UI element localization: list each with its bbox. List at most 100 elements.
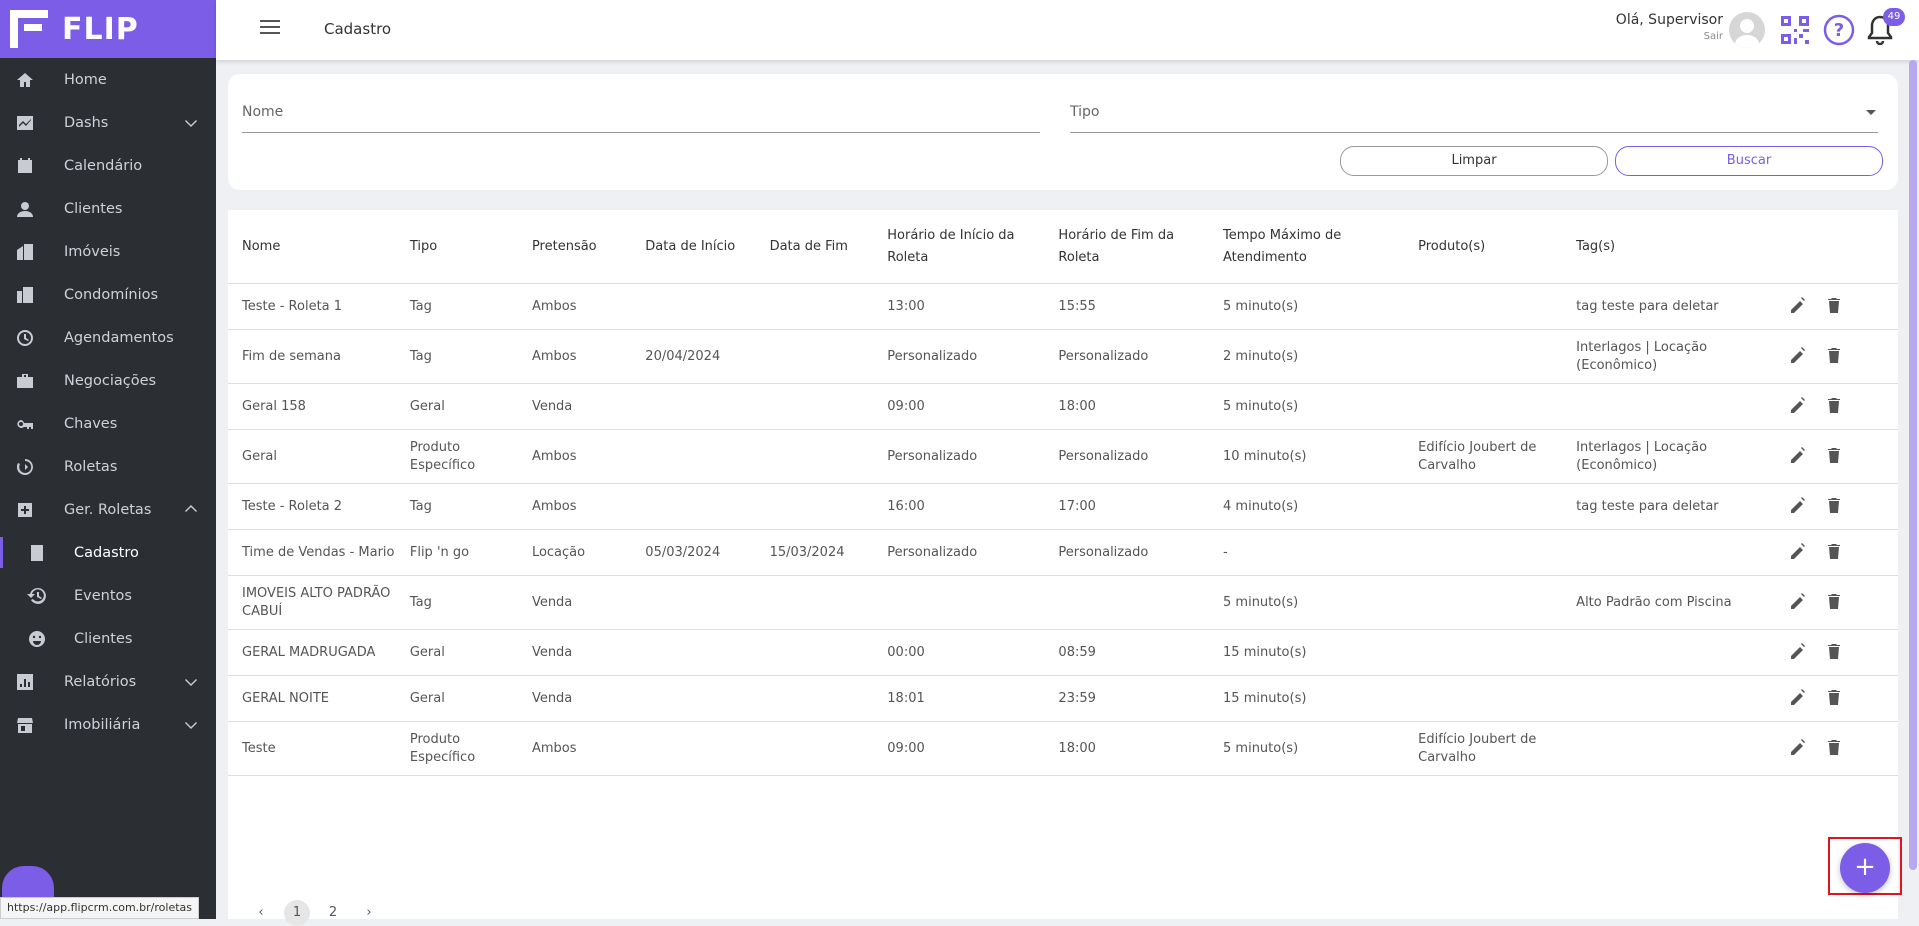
table-cell: 15 minuto(s) <box>1209 675 1405 722</box>
table-cell: Time de Vendas - Mario <box>228 529 396 576</box>
chevron-up-icon <box>184 502 197 514</box>
table-cell: Tag <box>395 575 518 630</box>
edit-icon[interactable] <box>1788 592 1810 614</box>
sidebar-item-clientes[interactable]: Clientes <box>0 187 216 230</box>
table-cell: Alto Padrão com Piscina <box>1562 575 1774 630</box>
table-cell <box>1562 529 1774 576</box>
table-cell: 18:00 <box>1044 383 1210 430</box>
chevron-down-icon <box>184 717 197 729</box>
table-cell <box>873 575 1045 630</box>
sidebar-item-label: Negociações <box>64 372 157 389</box>
edit-icon[interactable] <box>1788 496 1810 518</box>
logout-link[interactable]: Sair <box>1616 31 1723 42</box>
scrollbar[interactable] <box>1909 60 1917 870</box>
table-cell <box>755 721 874 776</box>
edit-icon[interactable] <box>1788 446 1810 468</box>
sidebar-item-agendamentos[interactable]: Agendamentos <box>0 316 216 359</box>
table-cell <box>1404 629 1563 676</box>
edit-icon[interactable] <box>1788 642 1810 664</box>
sidebar-item-im-veis[interactable]: Imóveis <box>0 230 216 273</box>
delete-icon[interactable] <box>1824 542 1846 564</box>
sidebar-item-dashs[interactable]: Dashs <box>0 101 216 144</box>
delete-icon[interactable] <box>1824 446 1846 468</box>
edit-icon[interactable] <box>1788 296 1810 318</box>
sidebar-item-label: Dashs <box>64 114 109 131</box>
sidebar-item-roletas[interactable]: Roletas <box>0 445 216 488</box>
nome-field[interactable] <box>242 104 1040 133</box>
sidebar-item-eventos[interactable]: Eventos <box>0 574 216 617</box>
edit-icon[interactable] <box>1788 346 1810 368</box>
sidebar-item-clientes[interactable]: Clientes <box>0 617 216 660</box>
sidebar-item-negocia-es[interactable]: Negociações <box>0 359 216 402</box>
sidebar-item-label: Home <box>64 71 107 88</box>
next-page-button[interactable]: › <box>356 900 382 926</box>
table-cell: 08:59 <box>1044 629 1210 676</box>
table-cell <box>755 429 874 484</box>
avatar[interactable] <box>1729 12 1765 48</box>
table-cell <box>755 483 874 530</box>
notification-badge: 49 <box>1883 8 1905 26</box>
table-cell: Ambos <box>517 483 632 530</box>
table-cell: - <box>1209 529 1405 576</box>
tipo-input[interactable] <box>1070 104 1878 120</box>
page-button[interactable]: 2 <box>320 900 346 926</box>
clear-button[interactable]: Limpar <box>1340 146 1608 176</box>
add-button[interactable]: + <box>1840 843 1890 893</box>
page-button[interactable]: 1 <box>284 900 310 926</box>
prev-page-button[interactable]: ‹ <box>248 900 274 926</box>
sidebar-item-chaves[interactable]: Chaves <box>0 402 216 445</box>
table-cell <box>755 675 874 722</box>
edit-icon[interactable] <box>1788 738 1810 760</box>
table-cell: GERAL NOITE <box>228 675 396 722</box>
table-cell: 17:00 <box>1044 483 1210 530</box>
table-cell: Venda <box>517 383 632 430</box>
page-title: Cadastro <box>324 20 392 38</box>
sidebar-item-home[interactable]: Home <box>0 58 216 101</box>
sidebar-item-relat-rios[interactable]: Relatórios <box>0 660 216 703</box>
edit-icon[interactable] <box>1788 688 1810 710</box>
row-actions <box>1773 329 1898 384</box>
table-row: GERAL NOITE Geral Venda 18:01 23:59 15 minuto… <box>228 675 1898 722</box>
delete-icon[interactable] <box>1824 642 1846 664</box>
table-cell: 2 minuto(s) <box>1209 329 1405 384</box>
qr-code-icon[interactable] <box>1781 16 1809 44</box>
table-cell: Flip 'n go <box>395 529 518 576</box>
delete-icon[interactable] <box>1824 346 1846 368</box>
delete-icon[interactable] <box>1824 496 1846 518</box>
sidebar-item-ger-roletas[interactable]: Ger. Roletas <box>0 488 216 531</box>
table-cell: Geral <box>395 629 518 676</box>
sidebar-item-label: Agendamentos <box>64 329 174 346</box>
table-cell: Locação <box>517 529 632 576</box>
table-cell: Interlagos | Locação (Econômico) <box>1562 429 1774 484</box>
sidebar-item-calend-rio[interactable]: Calendário <box>0 144 216 187</box>
menu-icon[interactable] <box>260 20 280 36</box>
help-icon[interactable]: ? <box>1823 14 1855 46</box>
briefcase-icon <box>14 370 36 392</box>
table-cell: Venda <box>517 629 632 676</box>
delete-icon[interactable] <box>1824 738 1846 760</box>
delete-icon[interactable] <box>1824 592 1846 614</box>
sidebar-item-cadastro[interactable]: Cadastro <box>0 531 216 574</box>
table-row: Geral 158 Geral Venda 09:00 18:00 5 minuto(s) <box>228 383 1898 430</box>
sidebar-item-label: Cadastro <box>74 544 139 561</box>
nome-input[interactable] <box>242 104 1040 120</box>
table-cell <box>631 675 756 722</box>
edit-icon[interactable] <box>1788 396 1810 418</box>
edit-icon[interactable] <box>1788 542 1810 564</box>
table-cell: tag teste para deletar <box>1562 483 1774 530</box>
search-button[interactable]: Buscar <box>1615 146 1883 176</box>
sidebar-item-condom-nios[interactable]: Condomínios <box>0 273 216 316</box>
table-cell: Personalizado <box>873 429 1045 484</box>
delete-icon[interactable] <box>1824 296 1846 318</box>
table-cell <box>1404 329 1563 384</box>
column-header: Horário de Início da Roleta <box>873 210 1045 284</box>
person-icon <box>14 198 36 220</box>
table-cell: 5 minuto(s) <box>1209 383 1405 430</box>
delete-icon[interactable] <box>1824 688 1846 710</box>
table-cell: 15:55 <box>1044 283 1210 330</box>
table-cell <box>755 283 874 330</box>
delete-icon[interactable] <box>1824 396 1846 418</box>
sidebar-item-imobili-ria[interactable]: Imobiliária <box>0 703 216 746</box>
tipo-select[interactable] <box>1070 104 1878 133</box>
table-cell: 13:00 <box>873 283 1045 330</box>
